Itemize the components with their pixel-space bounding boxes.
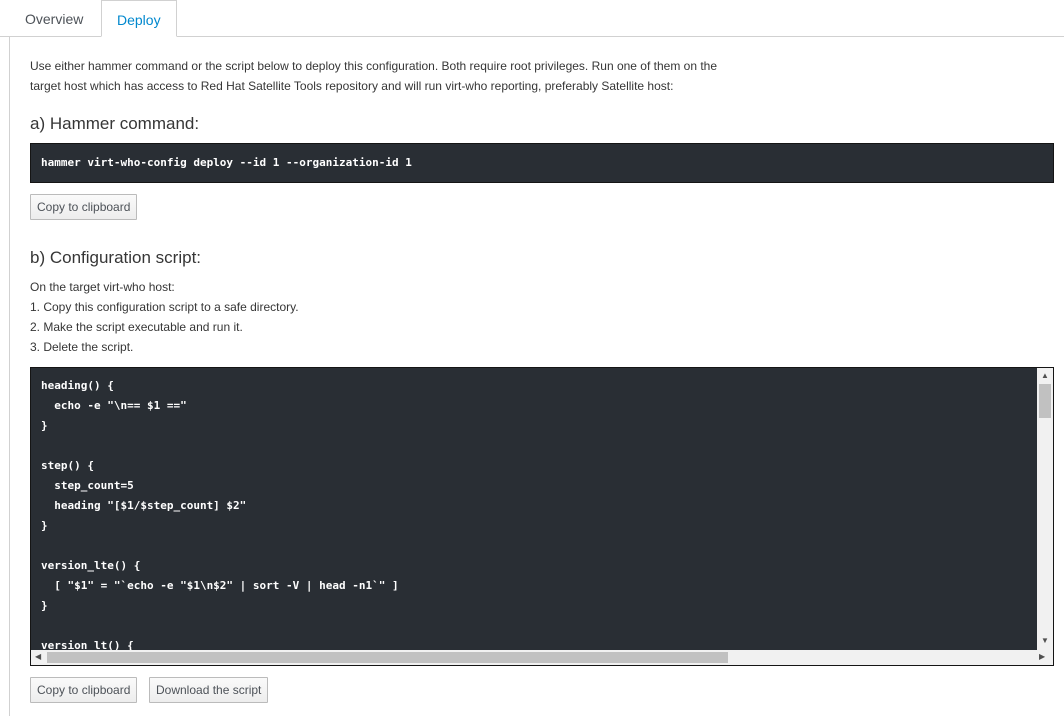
- tab-bar: Overview Deploy: [0, 0, 1064, 37]
- script-code-lines: heading() { echo -e "\n== $1 =="} step()…: [41, 376, 399, 656]
- script-code-line: heading "[$1/$step_count] $2": [41, 499, 247, 512]
- copy-hammer-button[interactable]: Copy to clipboard: [30, 194, 138, 220]
- intro-line-2: target host which has access to Red Hat …: [30, 79, 674, 93]
- script-steps: On the target virt-who host: 1. Copy thi…: [30, 277, 299, 357]
- step-1: 1. Copy this configuration script to a s…: [30, 300, 299, 314]
- script-code-line: [41, 616, 399, 636]
- horizontal-scroll-thumb[interactable]: [47, 652, 728, 663]
- scroll-down-icon[interactable]: ▼: [1041, 636, 1049, 646]
- script-code-line: heading() {: [41, 379, 114, 392]
- script-code-line: }: [41, 519, 48, 532]
- script-code-line: step() {: [41, 459, 94, 472]
- hammer-command-box[interactable]: hammer virt-who-config deploy --id 1 --o…: [30, 143, 1054, 183]
- script-code-line: }: [41, 599, 48, 612]
- script-code-line: [41, 536, 399, 556]
- script-code-line: version_lte() {: [41, 559, 141, 572]
- steps-intro: On the target virt-who host:: [30, 280, 175, 294]
- script-heading: b) Configuration script:: [30, 248, 202, 267]
- intro-text: Use either hammer command or the script …: [30, 56, 790, 96]
- tab-deploy[interactable]: Deploy: [101, 0, 177, 37]
- scroll-left-icon[interactable]: ◀: [35, 652, 41, 662]
- script-code-line: }: [41, 419, 48, 432]
- script-code-line: [41, 436, 399, 456]
- download-script-button[interactable]: Download the script: [149, 677, 269, 703]
- copy-script-button[interactable]: Copy to clipboard: [30, 677, 138, 703]
- script-code-box[interactable]: heading() { echo -e "\n== $1 =="} step()…: [30, 367, 1054, 666]
- script-code-line: step_count=5: [41, 479, 134, 492]
- hammer-heading: a) Hammer command:: [30, 114, 200, 133]
- scroll-right-icon[interactable]: ▶: [1039, 652, 1045, 662]
- vertical-scrollbar[interactable]: ▲ ▼: [1037, 368, 1053, 651]
- step-3: 3. Delete the script.: [30, 340, 134, 354]
- script-code-line: echo -e "\n== $1 ==": [41, 399, 187, 412]
- script-code-line: [ "$1" = "`echo -e "$1\n$2" | sort -V | …: [41, 579, 399, 592]
- horizontal-scrollbar[interactable]: ◀ ▶: [31, 650, 1053, 665]
- intro-line-1: Use either hammer command or the script …: [30, 59, 718, 73]
- step-2: 2. Make the script executable and run it…: [30, 320, 243, 334]
- vertical-scroll-thumb[interactable]: [1039, 384, 1051, 418]
- tab-overview[interactable]: Overview: [10, 0, 98, 36]
- scroll-up-icon[interactable]: ▲: [1041, 371, 1049, 381]
